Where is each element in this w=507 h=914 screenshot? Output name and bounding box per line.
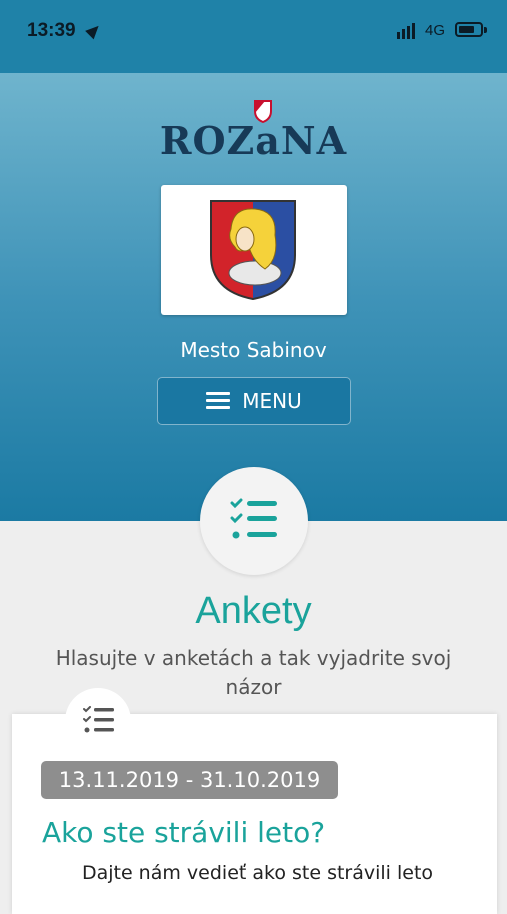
poll-card-icon-tab (65, 688, 131, 754)
section-title: Ankety (195, 590, 312, 632)
poll-date-badge: 13.11.2019 - 31.10.2019 (41, 761, 338, 799)
town-name: Mesto Sabinov (180, 338, 327, 362)
checklist-icon (230, 498, 277, 539)
battery-icon (455, 22, 483, 37)
battery-level (459, 26, 474, 33)
poll-checklist-icon (83, 706, 114, 733)
battery-tip (484, 27, 487, 33)
polls-section-icon-circle (200, 467, 308, 575)
poll-description: Dajte nám vedieť ako ste strávili leto (81, 862, 434, 884)
menu-button-label: MENU (242, 389, 302, 413)
status-time: 13:39 (27, 20, 76, 41)
town-crest-card (161, 185, 347, 315)
network-type: 4G (425, 22, 446, 39)
signal-icon (397, 23, 415, 39)
town-crest-icon (210, 200, 296, 301)
brand-logo: ROZaNA (159, 118, 348, 163)
hero-header: ROZaNA Mesto Sabinov MENU (0, 73, 507, 521)
poll-title[interactable]: Ako ste strávili leto? (42, 816, 325, 849)
hamburger-icon (206, 392, 231, 410)
menu-button[interactable]: MENU (157, 377, 351, 425)
